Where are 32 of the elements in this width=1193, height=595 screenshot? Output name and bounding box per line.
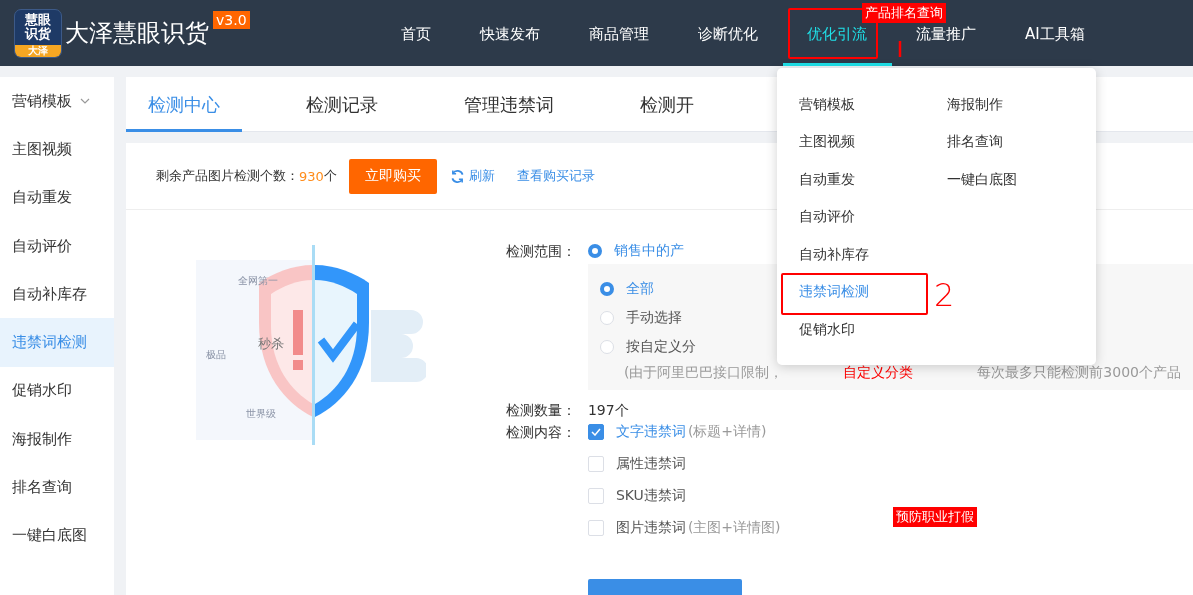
illustration-word: 秒杀: [257, 335, 284, 353]
sidebar-item-label: 海报制作: [12, 429, 72, 449]
quota-unit: 个: [323, 167, 337, 185]
app-title: 大泽慧眼识货: [65, 18, 209, 49]
quota-count: 930: [298, 168, 324, 184]
logo-badge: 大泽: [15, 44, 61, 57]
sidebar-item-label: 违禁词检测: [12, 333, 87, 353]
sidebar-item-label: 排名查询: [12, 478, 72, 497]
note-text: 每次最多只能检测前3000个产品: [977, 363, 1181, 382]
logo-text: 慧眼: [25, 12, 51, 27]
sidebar-item-label: 自动重发: [12, 188, 72, 208]
illustration-word: 极品: [205, 348, 226, 362]
sidebar-item-label: 自动补库存: [12, 284, 87, 304]
handwritten-number-overlay: 2: [934, 276, 955, 314]
sidebar-item-label: 自动评价: [12, 236, 72, 256]
illustration-word: 世界级: [245, 407, 276, 421]
note-highlight: 自定义分类: [842, 363, 915, 382]
version-badge: v3.0: [213, 11, 250, 29]
illustration-word: 全网第一: [237, 274, 278, 288]
quota-label: 剩余产品图片检测个数：: [155, 167, 299, 185]
sidebar-item-label: 营销模板: [12, 91, 72, 111]
callout-tooltip: 产品排名查询: [862, 3, 946, 23]
field-label: 检测内容：: [505, 423, 577, 442]
sidebar-item-label: 一键白底图: [12, 526, 87, 546]
field-label: 检测范围：: [505, 242, 577, 261]
field-label: 检测数量：: [505, 401, 577, 420]
note-text: (由于阿里巴巴接口限制，: [623, 363, 784, 382]
count-value: 197个: [587, 401, 629, 420]
sidebar-item-label: 促销水印: [12, 381, 72, 401]
sidebar-item-label: 主图视频: [12, 139, 72, 159]
callout-tooltip: 预防职业打假: [893, 507, 977, 527]
logo-text: 识货: [25, 26, 51, 41]
